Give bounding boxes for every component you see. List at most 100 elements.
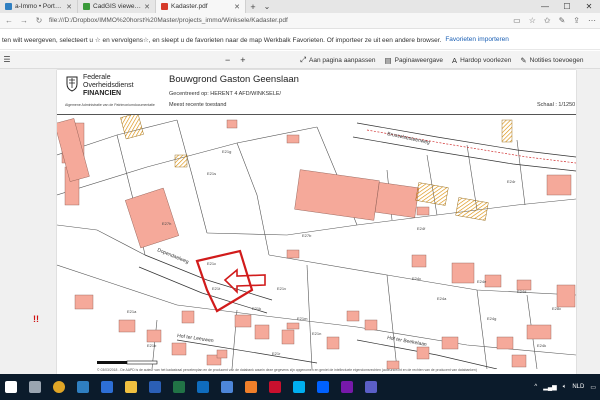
page-view-icon: ▤ bbox=[384, 55, 392, 65]
pdf-page: Federale Overheidsdienst FINANCIEN Algem… bbox=[57, 70, 576, 374]
favorites-hub-icon[interactable]: ✩ bbox=[544, 16, 551, 25]
mail-icon bbox=[101, 381, 113, 393]
taskbar-app[interactable] bbox=[48, 376, 70, 398]
excel-icon bbox=[173, 381, 185, 393]
taskbar-app[interactable] bbox=[216, 376, 238, 398]
windows-icon bbox=[5, 381, 17, 393]
address-icons: ▭ ☆ ✩ ✎ ⇪ ⋯ bbox=[513, 16, 596, 25]
address-bar: ← → ↻ file:///D:/Dropbox/IMMO%20horst%20… bbox=[0, 13, 600, 29]
tab-kadaster[interactable]: Kadaster.pdf ✕ bbox=[156, 0, 246, 13]
zoom-in-button[interactable]: + bbox=[240, 55, 245, 65]
page-view-button[interactable]: ▤ Paginaweergave bbox=[385, 56, 444, 65]
svg-text:E21r: E21r bbox=[272, 351, 281, 356]
scale-label: Schaal : 1/1250 bbox=[537, 102, 576, 108]
taskbar-app[interactable] bbox=[168, 376, 190, 398]
url-field[interactable]: file:///D:/Dropbox/IMMO%20horst%20Master… bbox=[49, 17, 508, 24]
language-indicator[interactable]: NLD bbox=[572, 384, 584, 390]
annotation-marks: !! bbox=[33, 314, 39, 324]
pdf-viewer[interactable]: Federale Overheidsdienst FINANCIEN Algem… bbox=[0, 69, 600, 374]
contents-menu-icon[interactable]: ☰ bbox=[0, 55, 14, 64]
system-tray: ^ ▂▄▆ 🔈︎ NLD ▭ bbox=[534, 384, 600, 391]
svg-text:E21v: E21v bbox=[277, 286, 286, 291]
notifications-icon[interactable]: ▭ bbox=[590, 384, 596, 391]
share-icon[interactable]: ⇪ bbox=[573, 16, 580, 25]
fit-page-button[interactable]: ⤢ Aan pagina aanpassen bbox=[300, 55, 376, 65]
taskbar-app[interactable] bbox=[192, 376, 214, 398]
add-notes-label: Notities toevoegen bbox=[529, 56, 584, 64]
photos-icon bbox=[245, 381, 257, 393]
document-title: Bouwgrond Gaston Geenslaan bbox=[169, 74, 299, 85]
start-button[interactable] bbox=[0, 376, 22, 398]
task-view-icon bbox=[29, 381, 41, 393]
org-line-1: Federale bbox=[83, 74, 111, 81]
close-icon[interactable]: ✕ bbox=[66, 3, 72, 11]
import-favorites-link[interactable]: Favorieten importeren bbox=[445, 36, 509, 43]
taskbar-app[interactable] bbox=[72, 376, 94, 398]
onenote-icon bbox=[341, 381, 353, 393]
scale-bar bbox=[97, 360, 158, 365]
highlighted-parcel bbox=[195, 249, 254, 313]
pdf-toolbar: ☰ − + ⤢ Aan pagina aanpassen ▤ Paginawee… bbox=[0, 51, 600, 69]
tab-favicon bbox=[83, 3, 90, 10]
explorer-icon bbox=[125, 381, 137, 393]
read-aloud-button[interactable]: A Hardop voorlezen bbox=[452, 56, 511, 65]
document-header: Federale Overheidsdienst FINANCIEN Algem… bbox=[57, 70, 576, 114]
tab-cadgis[interactable]: CadGIS viewer web ✕ bbox=[78, 0, 156, 13]
taskbar-app[interactable] bbox=[360, 376, 382, 398]
svg-text:E21m: E21m bbox=[297, 316, 308, 321]
teams-icon bbox=[365, 381, 377, 393]
pointer-arrow-icon bbox=[223, 268, 266, 294]
outlook-icon bbox=[197, 381, 209, 393]
svg-text:E24f: E24f bbox=[417, 226, 426, 231]
notes-pen-icon[interactable]: ✎ bbox=[559, 16, 566, 25]
copyright-note: © 03/03/2018 - De AAPD is de auteur van … bbox=[97, 368, 477, 372]
taskbar-app[interactable] bbox=[336, 376, 358, 398]
more-icon[interactable]: ⋯ bbox=[588, 16, 596, 25]
favorites-info-bar: ten wilt weergeven, selecteert u ☆ en ve… bbox=[0, 30, 600, 50]
read-aloud-icon: A bbox=[452, 55, 458, 65]
fit-page-icon: ⤢ bbox=[300, 55, 306, 64]
network-icon[interactable]: ▂▄▆ bbox=[543, 384, 556, 391]
favorites-info-text: ten wilt weergeven, selecteert u ☆ en ve… bbox=[2, 36, 442, 44]
org-line-2: Overheidsdienst bbox=[83, 82, 134, 89]
org-line-3: FINANCIEN bbox=[83, 90, 122, 97]
taskbar-app[interactable] bbox=[144, 376, 166, 398]
favorite-star-icon[interactable]: ☆ bbox=[529, 16, 536, 25]
new-tab-button[interactable]: + bbox=[246, 0, 260, 13]
zoom-out-button[interactable]: − bbox=[225, 55, 230, 65]
svg-text:E21t: E21t bbox=[212, 286, 221, 291]
add-notes-button[interactable]: ✎ Notities toevoegen bbox=[520, 56, 583, 65]
taskbar-app[interactable] bbox=[120, 376, 142, 398]
tab-immo[interactable]: a-Immo • Portefeuille • C ✕ bbox=[0, 0, 78, 13]
close-icon[interactable]: ✕ bbox=[234, 3, 240, 11]
refresh-icon[interactable]: ↻ bbox=[34, 16, 44, 25]
svg-text:E24g: E24g bbox=[487, 316, 496, 321]
volume-icon[interactable]: 🔈︎ bbox=[563, 384, 567, 391]
svg-text:E21b: E21b bbox=[147, 343, 157, 348]
taskbar-app[interactable] bbox=[288, 376, 310, 398]
read-aloud-label: Hardop voorlezen bbox=[460, 56, 512, 64]
close-window-icon[interactable]: ✕ bbox=[578, 0, 600, 13]
taskbar-app[interactable] bbox=[24, 376, 46, 398]
taskbar-app[interactable] bbox=[264, 376, 286, 398]
org-subtitle: Algemene Administratie van de Patrimoniu… bbox=[65, 103, 155, 107]
close-icon[interactable]: ✕ bbox=[144, 3, 150, 11]
dropbox-icon bbox=[317, 381, 329, 393]
skype-icon bbox=[293, 381, 305, 393]
taskbar-app[interactable] bbox=[96, 376, 118, 398]
minimize-icon[interactable]: — bbox=[534, 0, 556, 13]
reading-view-icon[interactable]: ▭ bbox=[513, 16, 521, 25]
window-controls: — ☐ ✕ bbox=[534, 0, 600, 13]
back-icon[interactable]: ← bbox=[4, 16, 14, 25]
forward-icon[interactable]: → bbox=[19, 16, 29, 25]
chrome-icon bbox=[53, 381, 65, 393]
taskbar: ^ ▂▄▆ 🔈︎ NLD ▭ bbox=[0, 374, 600, 400]
maximize-icon[interactable]: ☐ bbox=[556, 0, 578, 13]
page-view-label: Paginaweergave bbox=[394, 56, 444, 64]
taskbar-app[interactable] bbox=[240, 376, 262, 398]
chevron-up-icon[interactable]: ^ bbox=[534, 384, 537, 390]
street-label: Dopendaelweg bbox=[156, 247, 189, 265]
chevron-down-icon[interactable]: ⌄ bbox=[260, 0, 274, 13]
taskbar-app[interactable] bbox=[312, 376, 334, 398]
acrobat-icon bbox=[269, 381, 281, 393]
